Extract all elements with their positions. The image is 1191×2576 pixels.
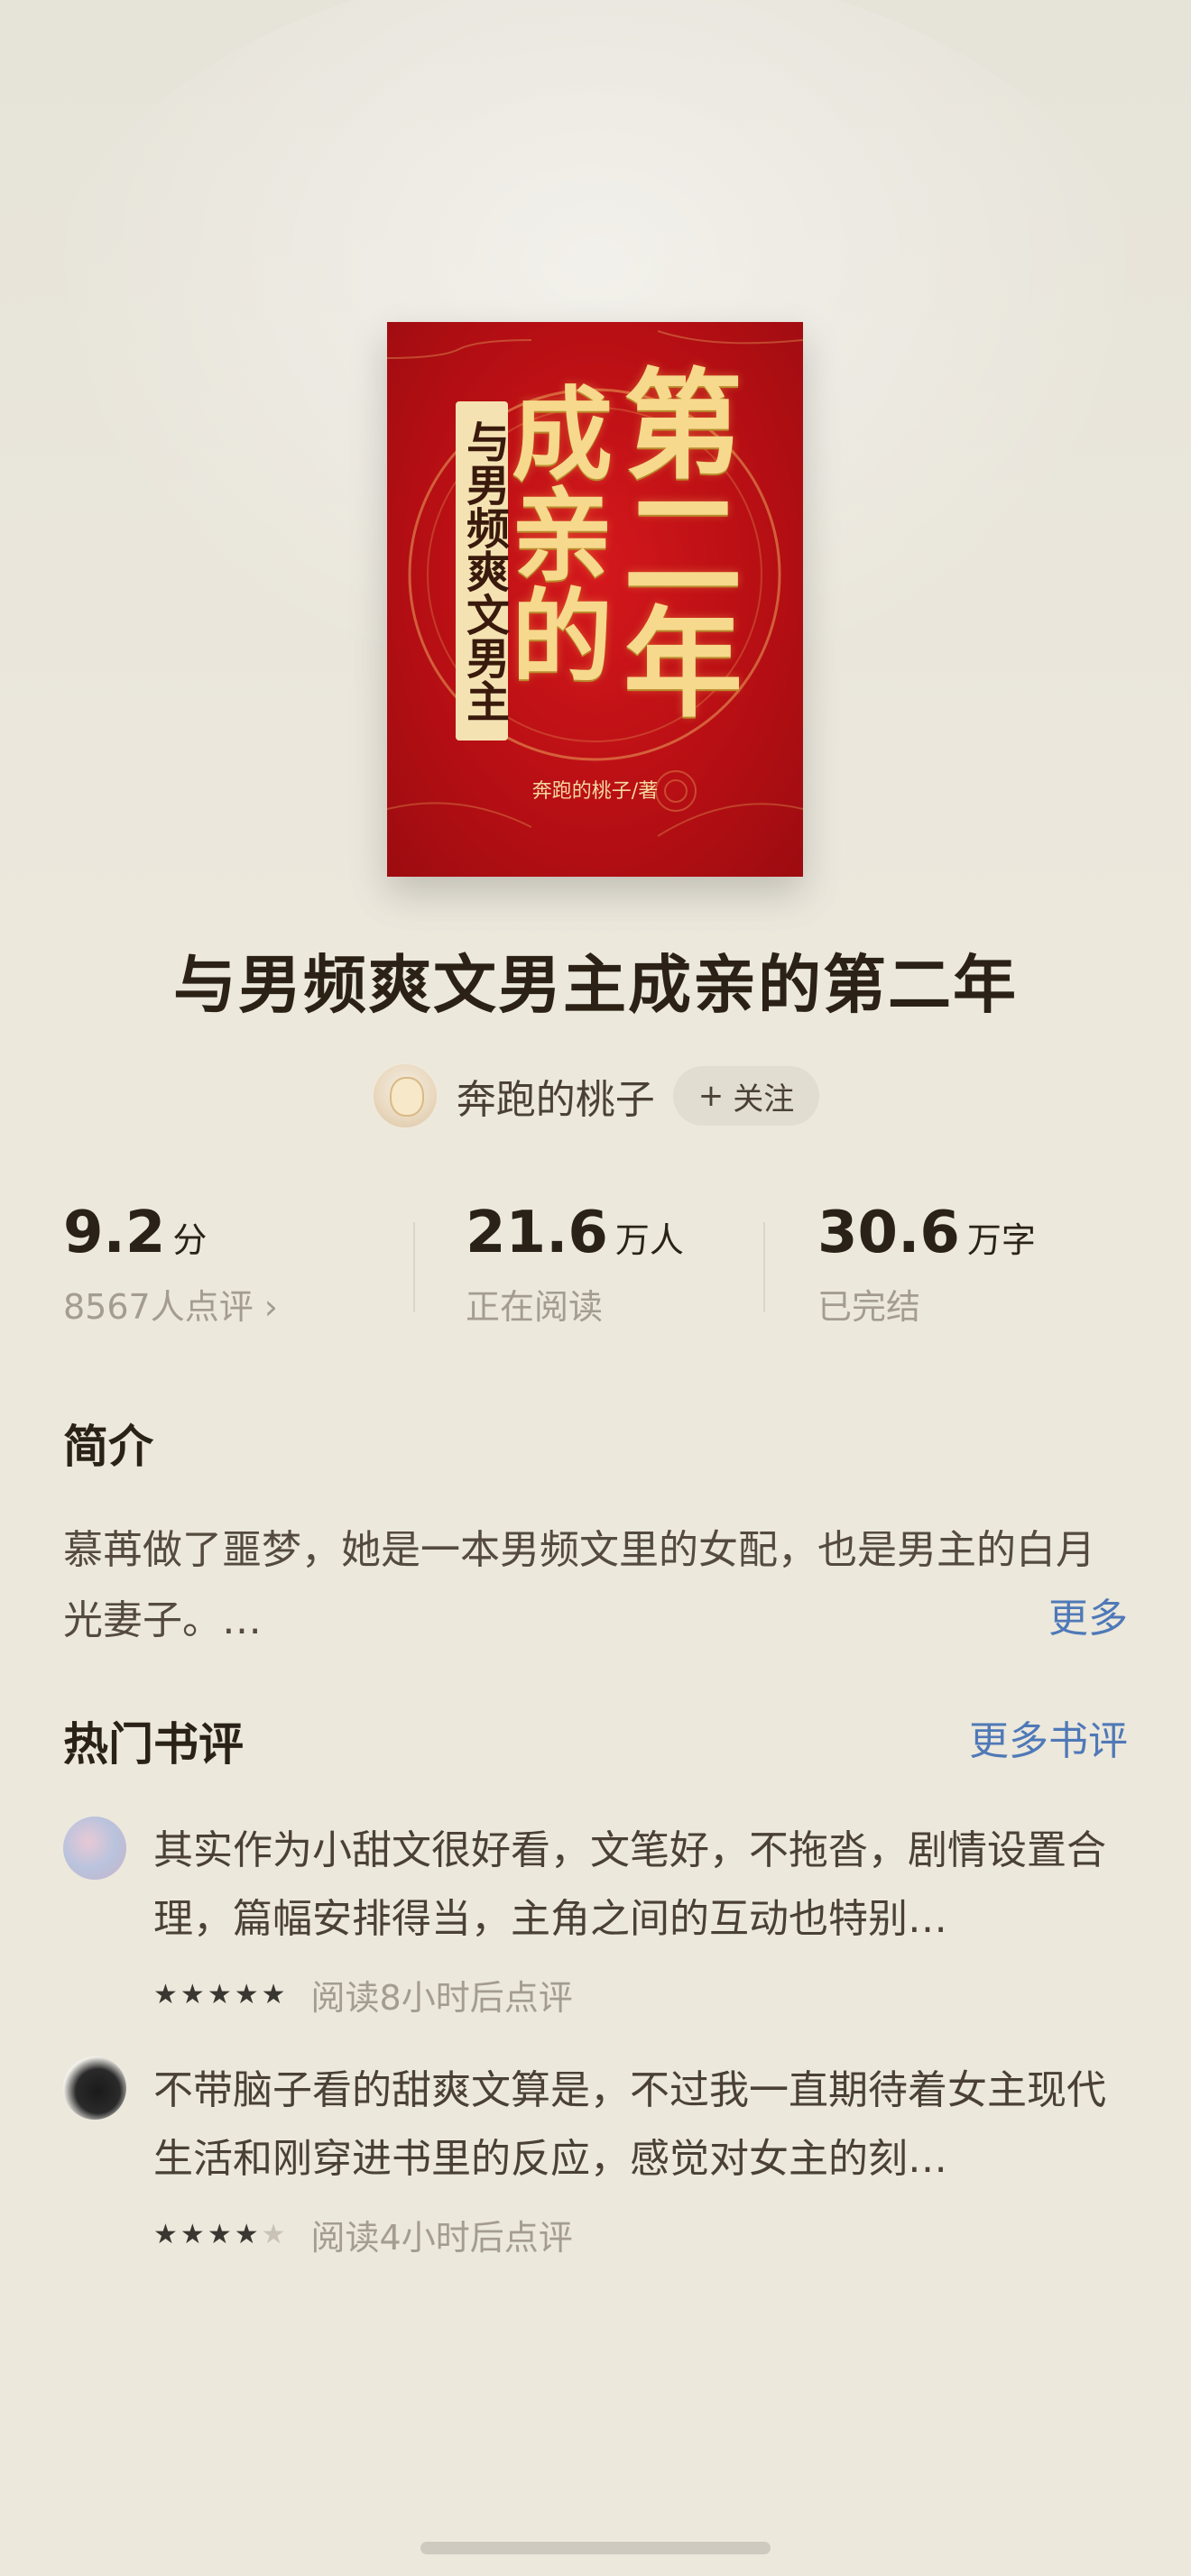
stat-score-unit: 分 — [172, 1220, 208, 1260]
review-text: 不带脑子看的甜爽文算是，不过我一直期待着女主现代生活和刚穿进书里的反应，感觉对女… — [153, 2067, 1106, 2182]
cover-subtitle: 与男频爽文男主 — [456, 401, 509, 741]
rating-stars: ★ ★ ★ ★ ★ — [153, 1978, 286, 2010]
book-cover[interactable]: 与男频爽文男主 成 亲 的 第 二 年 奔跑的桃子/著 — [387, 322, 803, 877]
star-icon: ★ — [207, 2218, 232, 2250]
home-indicator[interactable] — [420, 2542, 771, 2554]
cover-title-col2: 第 二 年 — [623, 356, 743, 734]
star-icon: ★ — [153, 1978, 178, 2010]
star-empty-icon: ★ — [261, 2218, 286, 2250]
stat-words: 30.6 万字 已完结 — [817, 1200, 1036, 1329]
reviewer-avatar[interactable] — [63, 1817, 126, 1880]
plus-icon: + — [697, 1078, 725, 1114]
reviews-heading: 热门书评 — [63, 1718, 244, 1771]
stat-score-value: 9.2 — [63, 1200, 166, 1266]
intro-heading: 简介 — [63, 1421, 153, 1473]
star-icon: ★ — [261, 1978, 286, 2010]
stat-readers: 21.6 万人 正在阅读 — [466, 1200, 684, 1329]
reviewer-avatar[interactable] — [63, 2056, 126, 2120]
stat-divider — [413, 1222, 415, 1312]
stats-bar: 9.2 分 8567人点评 › 21.6 万人 正在阅读 30.6 万字 已完结 — [63, 1200, 1128, 1344]
review-item[interactable]: 其实作为小甜文很好看，文笔好，不拖沓，剧情设置合理，篇幅安排得当，主角之间的互动… — [63, 1817, 1128, 2024]
intro-text[interactable]: 慕苒做了噩梦，她是一本男频文里的女配，也是男主的白月光妻子。… — [63, 1515, 1128, 1656]
star-icon: ★ — [234, 2218, 259, 2250]
star-icon: ★ — [180, 1978, 205, 2010]
cover-author: 奔跑的桃子/著 — [531, 780, 659, 803]
stat-divider — [763, 1222, 765, 1312]
star-icon: ★ — [234, 1978, 259, 2010]
book-title: 与男频爽文男主成亲的第二年 — [173, 948, 1018, 1022]
review-meta: ★ ★ ★ ★ ★ 阅读8小时后点评 — [153, 1970, 573, 2019]
intro-more-link[interactable]: 更多 — [1048, 1586, 1128, 1643]
review-text: 其实作为小甜文很好看，文笔好，不拖沓，剧情设置合理，篇幅安排得当，主角之间的互动… — [153, 1827, 1106, 1942]
stat-words-unit: 万字 — [966, 1220, 1036, 1260]
author-name[interactable]: 奔跑的桃子 — [457, 1067, 655, 1125]
follow-label: 关注 — [733, 1081, 795, 1118]
stat-score-reviews: 8567人点评 › — [63, 1287, 278, 1327]
star-icon: ★ — [180, 2218, 205, 2250]
review-time: 阅读4小时后点评 — [310, 2218, 573, 2258]
follow-button[interactable]: + 关注 — [672, 1066, 820, 1126]
star-icon: ★ — [207, 1978, 232, 2010]
review-item[interactable]: 不带脑子看的甜爽文算是，不过我一直期待着女主现代生活和刚穿进书里的反应，感觉对女… — [63, 2056, 1128, 2264]
intro-body: 慕苒做了噩梦，她是一本男频文里的女配，也是男主的白月光妻子。… — [63, 1527, 1095, 1643]
stat-words-value: 30.6 — [817, 1200, 960, 1266]
star-icon: ★ — [153, 2218, 178, 2250]
review-time: 阅读8小时后点评 — [310, 1978, 573, 2018]
cover-title-col1: 成 亲 的 — [512, 376, 613, 696]
stat-score[interactable]: 9.2 分 8567人点评 › — [63, 1200, 278, 1329]
review-meta: ★ ★ ★ ★ ★ 阅读4小时后点评 — [153, 2210, 573, 2259]
author-row: 奔跑的桃子 + 关注 — [0, 1063, 1191, 1129]
author-avatar[interactable] — [371, 1063, 439, 1129]
more-reviews-link[interactable]: 更多书评 — [969, 1708, 1128, 1766]
stat-readers-label: 正在阅读 — [466, 1287, 604, 1327]
stat-readers-unit: 万人 — [614, 1220, 684, 1260]
stat-words-label: 已完结 — [817, 1287, 921, 1327]
rating-stars: ★ ★ ★ ★ ★ — [153, 2218, 286, 2250]
stat-readers-value: 21.6 — [466, 1200, 608, 1266]
